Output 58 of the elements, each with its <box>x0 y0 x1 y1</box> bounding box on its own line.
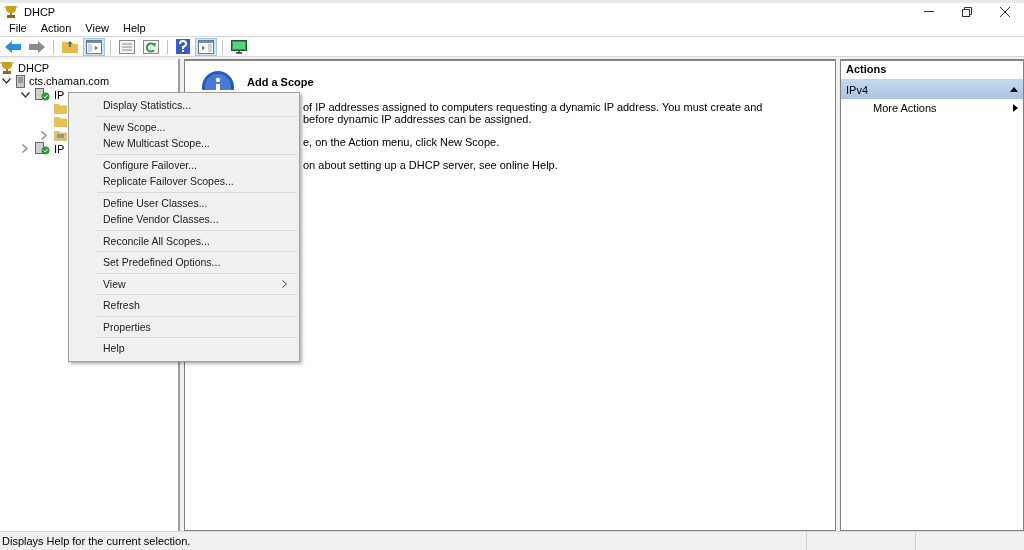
toolbar-button[interactable] <box>116 37 138 56</box>
status-text: Displays Help for the current selection. <box>1 535 192 547</box>
context-menu-item[interactable]: New Scope... <box>69 118 297 135</box>
toolbar-button[interactable] <box>195 37 217 56</box>
actions-section[interactable]: IPv4 <box>841 80 1023 99</box>
context-menu-item[interactable]: Replicate Failover Scopes... <box>69 173 297 190</box>
context-menu-item[interactable]: Configure Failover... <box>69 156 297 173</box>
collapse-triangle-icon <box>1010 87 1018 92</box>
context-menu-item[interactable]: Help <box>69 340 297 357</box>
network-check-icon <box>35 142 50 156</box>
export-list-icon <box>119 39 135 54</box>
paragraph: on about setting up a DHCP server, see online Help. <box>303 159 559 171</box>
menu-item[interactable]: Help <box>115 22 153 34</box>
close-icon[interactable] <box>1000 6 1010 17</box>
context-menu-item[interactable]: Refresh <box>69 297 297 314</box>
server-icon <box>16 74 25 88</box>
tree-item[interactable]: IP <box>54 142 65 155</box>
menu-item[interactable]: File <box>2 22 34 34</box>
collapse-chevron-icon[interactable] <box>41 130 47 140</box>
action-item[interactable]: More Actions <box>841 99 1023 117</box>
toolbar-button[interactable] <box>83 37 105 56</box>
tree-item[interactable]: DHCP <box>18 61 50 74</box>
folder-icon <box>54 102 67 114</box>
folder-icon <box>54 129 67 141</box>
window-title: DHCP <box>24 5 56 18</box>
paragraph: of IP addresses assigned to computers requesting a dynamic IP address. You must create and before dynamic IP addresses can be assigned. <box>303 101 764 125</box>
context-menu-item[interactable]: Display Statistics... <box>69 97 297 114</box>
minimize-icon[interactable] <box>924 10 934 13</box>
toolbar-button[interactable] <box>140 37 162 56</box>
toolbar-button[interactable] <box>173 37 193 56</box>
console-tree-icon <box>86 39 102 54</box>
network-check-icon <box>35 88 50 102</box>
context-menu-item[interactable]: Define User Classes... <box>69 194 297 211</box>
trophy-icon <box>4 5 18 18</box>
folder-icon <box>54 116 67 128</box>
context-menu-item[interactable]: Set Predefined Options... <box>69 254 297 271</box>
trophy-icon <box>0 61 14 75</box>
toolbar-button[interactable] <box>228 37 250 56</box>
forward-arrow-icon <box>29 40 45 53</box>
restore-icon[interactable] <box>962 6 972 17</box>
context-menu-item[interactable]: New Multicast Scope... <box>69 135 297 152</box>
tree-item[interactable]: IP <box>54 88 65 101</box>
content-title: Add a Scope <box>247 76 314 88</box>
collapse-chevron-icon[interactable] <box>22 144 28 154</box>
folder-icon <box>62 40 78 53</box>
tree-item[interactable]: cts.chaman.com <box>29 75 110 88</box>
context-menu-item[interactable]: Define Vendor Classes... <box>69 211 297 228</box>
context-menu-item[interactable]: View <box>69 275 297 292</box>
menu-item[interactable]: Action <box>33 22 79 34</box>
refresh-icon <box>143 39 159 54</box>
help-icon <box>176 39 190 54</box>
back-arrow-icon <box>5 40 21 53</box>
menu-item[interactable]: View <box>78 22 116 34</box>
paragraph: e, on the Action menu, click New Scope. <box>303 136 501 148</box>
context-menu-item[interactable]: Reconcile All Scopes... <box>69 232 297 249</box>
action-pane-icon <box>198 39 214 54</box>
monitor-icon <box>231 39 247 54</box>
context-menu-item[interactable]: Properties <box>69 318 297 335</box>
